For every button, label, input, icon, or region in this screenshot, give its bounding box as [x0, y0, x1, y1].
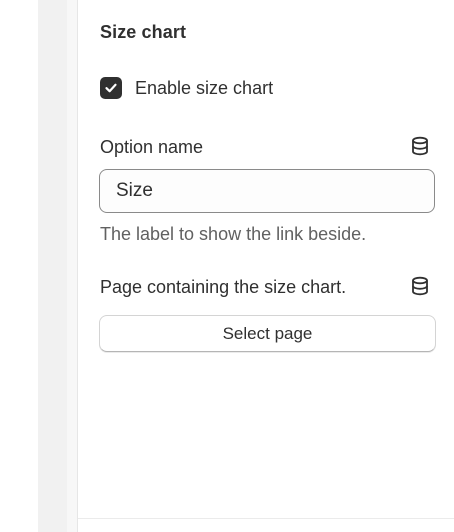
checkmark-icon: [105, 83, 117, 93]
option-name-input[interactable]: [99, 169, 435, 213]
sidebar-rail: [38, 0, 67, 532]
database-icon[interactable]: [410, 136, 430, 156]
settings-panel: Size chart Enable size chart Option name…: [78, 0, 454, 532]
option-name-help-text: The label to show the link beside.: [100, 224, 367, 244]
option-name-label: Option name: [100, 137, 204, 157]
section-title: Size chart: [100, 22, 187, 42]
left-gutter: [0, 0, 38, 532]
database-icon[interactable]: [410, 276, 430, 296]
size-chart-page-label: Page containing the size chart.: [100, 277, 347, 297]
enable-size-chart-label[interactable]: Enable size chart: [135, 78, 273, 99]
panel-divider: [78, 518, 454, 519]
sidebar-rail-inner: [67, 0, 78, 532]
enable-size-chart-checkbox[interactable]: [100, 77, 122, 99]
select-page-button[interactable]: Select page: [99, 315, 436, 352]
theme-editor-page: Size chart Enable size chart Option name…: [0, 0, 454, 532]
enable-size-chart-row[interactable]: Enable size chart: [100, 77, 273, 99]
